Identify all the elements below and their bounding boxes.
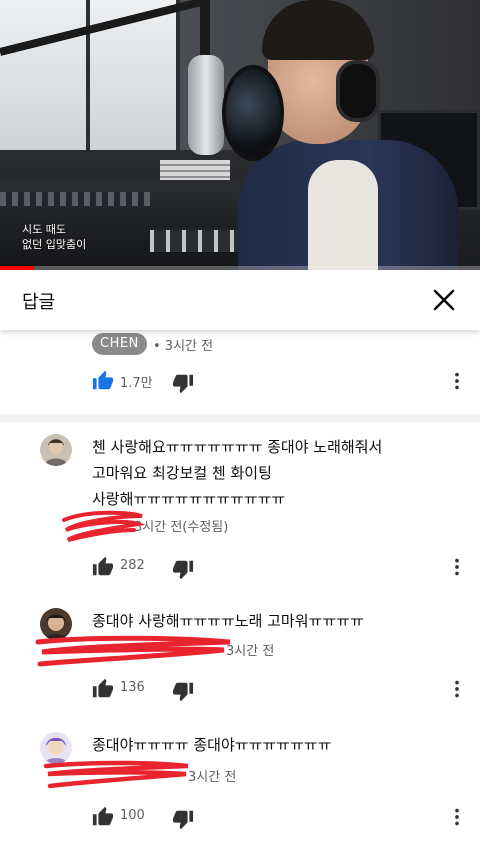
reply-text-line: 고마워요 최강보컬 첸 화이팅 bbox=[92, 464, 272, 482]
video-frame-singer-body bbox=[238, 140, 458, 270]
video-frame-microphone bbox=[188, 55, 224, 155]
parent-comment: CHEN • 3시간 전 1.7만 bbox=[0, 330, 480, 414]
reply-text: 종대야ㅠㅠㅠㅠ 종대야ㅠㅠㅠㅠㅠㅠㅠ bbox=[92, 732, 422, 758]
like-count: 136 bbox=[120, 680, 145, 695]
thumbs-up-icon[interactable] bbox=[92, 370, 114, 392]
close-icon[interactable] bbox=[428, 284, 460, 316]
like-count: 282 bbox=[120, 558, 145, 573]
reply-panel-header: 답글 bbox=[0, 270, 480, 330]
thumbs-up-icon[interactable] bbox=[92, 556, 114, 578]
redaction-scribble bbox=[43, 760, 189, 789]
thumbs-down-icon[interactable] bbox=[172, 808, 194, 830]
reply-actions: 136 bbox=[0, 670, 480, 710]
more-vertical-icon[interactable] bbox=[446, 370, 468, 392]
video-subtitle: 시도 때도 없던 입맞춤이 bbox=[22, 222, 86, 252]
video-frame-window bbox=[0, 0, 180, 150]
video-frame-mic-stand bbox=[200, 0, 210, 60]
redaction-scribble bbox=[62, 510, 146, 542]
reply-item: 종대야ㅠㅠㅠㅠ 종대야ㅠㅠㅠㅠㅠㅠㅠ 3시간 전 100 bbox=[0, 720, 480, 850]
like-count: 1.7만 bbox=[120, 376, 153, 391]
author-badge[interactable]: CHEN bbox=[92, 333, 147, 355]
more-vertical-icon[interactable] bbox=[446, 678, 468, 700]
reply-panel-title: 답글 bbox=[22, 292, 56, 313]
like-count: 100 bbox=[120, 808, 145, 823]
video-subtitle-line-1: 시도 때도 bbox=[22, 223, 66, 236]
video-player[interactable]: 시도 때도 없던 입맞춤이 bbox=[0, 0, 480, 270]
thumbs-up-icon[interactable] bbox=[92, 678, 114, 700]
video-subtitle-line-2: 없던 입맞춤이 bbox=[22, 238, 87, 251]
thumbs-down-icon[interactable] bbox=[172, 680, 194, 702]
reply-text: 첸 사랑해요ㅠㅠㅠㅠㅠㅠㅠ 종대야 노래해줘서 고마워요 최강보컬 첸 화이팅 … bbox=[92, 434, 422, 512]
reply-text-line: 첸 사랑해요ㅠㅠㅠㅠㅠㅠㅠ 종대야 노래해줘서 bbox=[92, 438, 383, 456]
more-vertical-icon[interactable] bbox=[446, 806, 468, 828]
thumbs-down-icon[interactable] bbox=[172, 372, 194, 394]
reply-time: 3시간 전 bbox=[188, 770, 237, 785]
redaction-scribble bbox=[35, 635, 231, 667]
more-vertical-icon[interactable] bbox=[446, 556, 468, 578]
reply-item: 종대야 사랑해ㅠㅠㅠㅠ노래 고마워ㅠㅠㅠㅠ 3시간 전 136 bbox=[0, 596, 480, 720]
thumbs-up-icon[interactable] bbox=[92, 806, 114, 828]
reply-actions: 282 bbox=[0, 548, 480, 588]
reply-time: 3시간 전(수정됨) bbox=[134, 520, 229, 535]
avatar[interactable] bbox=[40, 434, 72, 466]
reply-text: 종대야 사랑해ㅠㅠㅠㅠ노래 고마워ㅠㅠㅠㅠ bbox=[92, 608, 422, 634]
parent-comment-time: • 3시간 전 bbox=[153, 339, 214, 354]
video-frame-headphones bbox=[336, 60, 380, 122]
reply-item: 첸 사랑해요ㅠㅠㅠㅠㅠㅠㅠ 종대야 노래해줘서 고마워요 최강보컬 첸 화이팅 … bbox=[0, 422, 480, 592]
video-frame-pop-filter bbox=[222, 65, 284, 161]
reply-actions: 100 bbox=[0, 798, 480, 838]
section-divider bbox=[0, 414, 480, 422]
reply-text-line: 종대야 사랑해ㅠㅠㅠㅠ노래 고마워ㅠㅠㅠㅠ bbox=[92, 612, 364, 630]
reply-text-line: 종대야ㅠㅠㅠㅠ 종대야ㅠㅠㅠㅠㅠㅠㅠ bbox=[92, 736, 332, 754]
parent-comment-actions: 1.7만 bbox=[0, 362, 480, 402]
thumbs-down-icon[interactable] bbox=[172, 558, 194, 580]
